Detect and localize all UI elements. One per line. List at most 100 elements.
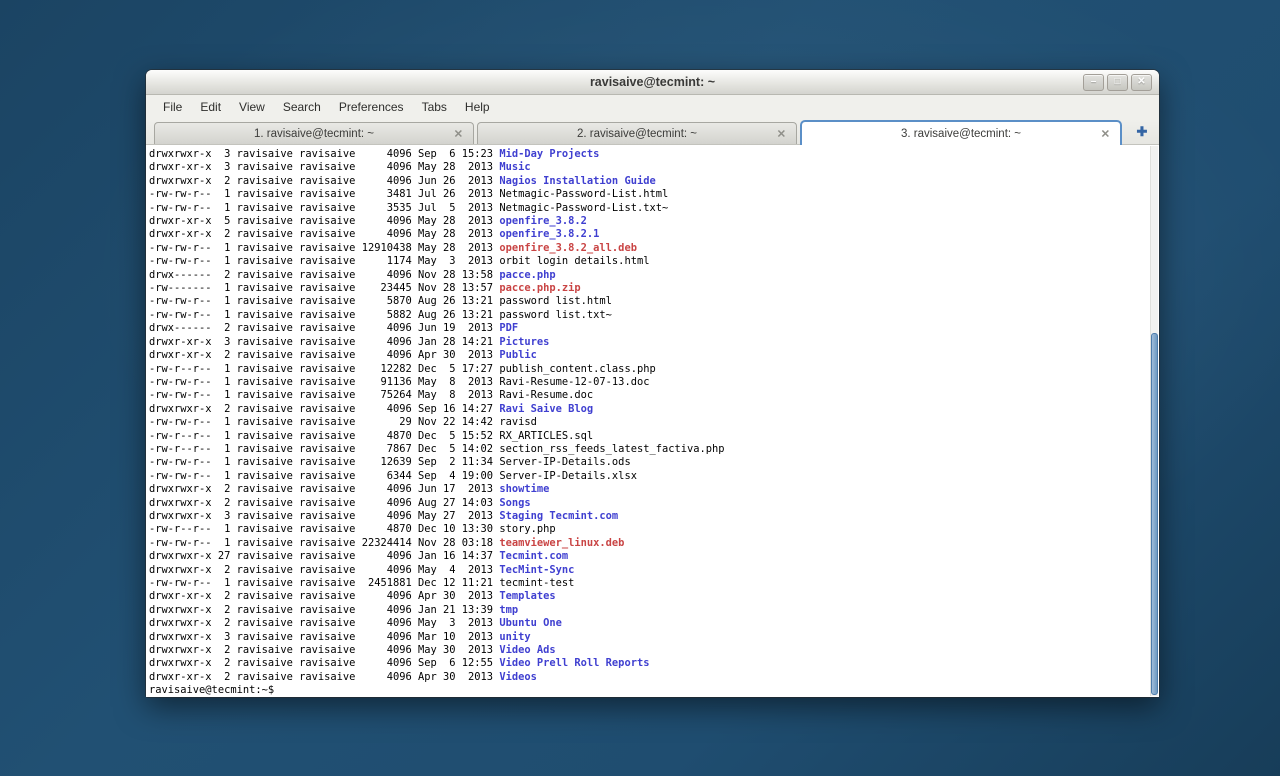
file-attributes: drwxr-xr-x 2 ravisaive ravisaive 4096 Ma… — [149, 228, 499, 240]
tab-2[interactable]: 2. ravisaive@tecmint: ~ ✕ — [477, 122, 797, 144]
file-name: teamviewer_linux.deb — [499, 537, 624, 549]
file-name: Server-IP-Details.ods — [499, 456, 630, 468]
close-icon[interactable]: ✕ — [1131, 74, 1152, 91]
shell-prompt: ravisaive@tecmint:~$ — [149, 684, 1159, 697]
file-name: Templates — [499, 590, 555, 602]
file-name: password list.html — [499, 295, 612, 307]
file-name: showtime — [499, 483, 549, 495]
file-name: PDF — [499, 322, 518, 334]
file-name: RX_ARTICLES.sql — [499, 430, 593, 442]
file-attributes: -rw-r--r-- 1 ravisaive ravisaive 7867 De… — [149, 443, 499, 455]
file-row: -rw-rw-r-- 1 ravisaive ravisaive 1291043… — [149, 242, 1159, 255]
menu-item-preferences[interactable]: Preferences — [331, 97, 412, 117]
terminal-output: drwxrwxr-x 3 ravisaive ravisaive 4096 Se… — [149, 148, 1159, 684]
file-name: publish_content.class.php — [499, 363, 655, 375]
menu-item-help[interactable]: Help — [457, 97, 498, 117]
maximize-icon[interactable]: □ — [1107, 74, 1128, 91]
file-attributes: -rw-rw-r-- 1 ravisaive ravisaive 29 Nov … — [149, 416, 499, 428]
file-row: drwxrwxr-x 2 ravisaive ravisaive 4096 Ju… — [149, 483, 1159, 496]
file-row: drwxrwxr-x 2 ravisaive ravisaive 4096 Ma… — [149, 564, 1159, 577]
file-attributes: drwxr-xr-x 2 ravisaive ravisaive 4096 Ap… — [149, 590, 499, 602]
file-name: Ravi-Resume.doc — [499, 389, 593, 401]
file-attributes: -rw-rw-r-- 1 ravisaive ravisaive 3535 Ju… — [149, 202, 499, 214]
file-attributes: -rw-rw-r-- 1 ravisaive ravisaive 6344 Se… — [149, 470, 499, 482]
file-name: Staging Tecmint.com — [499, 510, 618, 522]
file-row: -rw------- 1 ravisaive ravisaive 23445 N… — [149, 282, 1159, 295]
file-name: Netmagic-Password-List.html — [499, 188, 668, 200]
file-attributes: drwxrwxr-x 27 ravisaive ravisaive 4096 J… — [149, 550, 499, 562]
file-row: drwx------ 2 ravisaive ravisaive 4096 No… — [149, 269, 1159, 282]
file-attributes: drwxrwxr-x 2 ravisaive ravisaive 4096 Ja… — [149, 604, 499, 616]
file-attributes: drwxrwxr-x 2 ravisaive ravisaive 4096 Se… — [149, 657, 499, 669]
file-attributes: -rw-rw-r-- 1 ravisaive ravisaive 91136 M… — [149, 376, 499, 388]
tab-label: 3. ravisaive@tecmint: ~ — [901, 128, 1021, 140]
file-row: drwxr-xr-x 2 ravisaive ravisaive 4096 Ap… — [149, 590, 1159, 603]
file-attributes: drwxr-xr-x 2 ravisaive ravisaive 4096 Ap… — [149, 671, 499, 683]
menu-item-tabs[interactable]: Tabs — [414, 97, 455, 117]
file-attributes: -rw-rw-r-- 1 ravisaive ravisaive 1291043… — [149, 242, 499, 254]
file-attributes: drwxrwxr-x 2 ravisaive ravisaive 4096 Se… — [149, 403, 499, 415]
file-name: Ubuntu One — [499, 617, 562, 629]
file-attributes: drwxr-xr-x 3 ravisaive ravisaive 4096 Ja… — [149, 336, 499, 348]
file-row: drwxrwxr-x 2 ravisaive ravisaive 4096 Ja… — [149, 604, 1159, 617]
file-name: Netmagic-Password-List.txt~ — [499, 202, 668, 214]
file-row: -rw-rw-r-- 1 ravisaive ravisaive 5882 Au… — [149, 309, 1159, 322]
tab-1[interactable]: 1. ravisaive@tecmint: ~✕ — [154, 122, 474, 144]
menu-bar: FileEditViewSearchPreferencesTabsHelp — [146, 95, 1159, 119]
file-attributes: drwxrwxr-x 3 ravisaive ravisaive 4096 Se… — [149, 148, 499, 160]
file-row: -rw-rw-r-- 1 ravisaive ravisaive 75264 M… — [149, 389, 1159, 402]
file-name: orbit login details.html — [499, 255, 649, 267]
tab-label: 2. ravisaive@tecmint: ~ — [577, 128, 697, 140]
file-attributes: drwxrwxr-x 2 ravisaive ravisaive 4096 Au… — [149, 497, 499, 509]
file-row: drwxr-xr-x 2 ravisaive ravisaive 4096 Ma… — [149, 228, 1159, 241]
file-name: section_rss_feeds_latest_factiva.php — [499, 443, 724, 455]
file-name: Video Prell Roll Reports — [499, 657, 649, 669]
file-row: drwxr-xr-x 2 ravisaive ravisaive 4096 Ap… — [149, 671, 1159, 684]
file-name: Songs — [499, 497, 530, 509]
file-row: drwxr-xr-x 5 ravisaive ravisaive 4096 Ma… — [149, 215, 1159, 228]
file-attributes: drwxr-xr-x 3 ravisaive ravisaive 4096 Ma… — [149, 161, 499, 173]
title-bar[interactable]: ravisaive@tecmint: ~ – □ ✕ — [146, 70, 1159, 95]
file-row: -rw-rw-r-- 1 ravisaive ravisaive 6344 Se… — [149, 470, 1159, 483]
file-row: -rw-r--r-- 1 ravisaive ravisaive 4870 De… — [149, 523, 1159, 536]
tab-3[interactable]: 3. ravisaive@tecmint: ~ ✕ — [800, 120, 1122, 145]
window-controls: – □ ✕ — [1083, 74, 1152, 91]
file-attributes: -rw-r--r-- 1 ravisaive ravisaive 4870 De… — [149, 523, 499, 535]
file-attributes: -rw-rw-r-- 1 ravisaive ravisaive 75264 M… — [149, 389, 499, 401]
file-row: drwx------ 2 ravisaive ravisaive 4096 Ju… — [149, 322, 1159, 335]
file-row: -rw-rw-r-- 1 ravisaive ravisaive 2232441… — [149, 537, 1159, 550]
file-attributes: -rw-rw-r-- 1 ravisaive ravisaive 12639 S… — [149, 456, 499, 468]
window-title: ravisaive@tecmint: ~ — [590, 75, 715, 89]
minimize-icon[interactable]: – — [1083, 74, 1104, 91]
file-name: Mid-Day Projects — [499, 148, 599, 160]
file-row: drwxrwxr-x 2 ravisaive ravisaive 4096 Se… — [149, 403, 1159, 416]
file-row: drwxrwxr-x 2 ravisaive ravisaive 4096 Ma… — [149, 617, 1159, 630]
file-name: pacce.php — [499, 269, 555, 281]
menu-item-file[interactable]: File — [155, 97, 190, 117]
file-name: TecMint-Sync — [499, 564, 574, 576]
file-name: ravisd — [499, 416, 537, 428]
menu-item-search[interactable]: Search — [275, 97, 329, 117]
menu-item-view[interactable]: View — [231, 97, 273, 117]
tab-close-icon[interactable]: ✕ — [454, 127, 463, 140]
file-row: drwxrwxr-x 2 ravisaive ravisaive 4096 Se… — [149, 657, 1159, 670]
file-attributes: -rw-r--r-- 1 ravisaive ravisaive 12282 D… — [149, 363, 499, 375]
new-tab-icon[interactable]: ✚ — [1125, 120, 1159, 144]
file-name: Tecmint.com — [499, 550, 568, 562]
scrollbar[interactable] — [1150, 146, 1158, 696]
scrollbar-thumb[interactable] — [1151, 333, 1158, 695]
file-attributes: drwxr-xr-x 2 ravisaive ravisaive 4096 Ap… — [149, 349, 499, 361]
tab-close-icon[interactable]: ✕ — [1101, 127, 1110, 140]
file-row: -rw-rw-r-- 1 ravisaive ravisaive 3535 Ju… — [149, 202, 1159, 215]
terminal-screen[interactable]: drwxrwxr-x 3 ravisaive ravisaive 4096 Se… — [146, 145, 1159, 697]
file-attributes: drwxrwxr-x 2 ravisaive ravisaive 4096 Ma… — [149, 564, 499, 576]
file-row: drwxrwxr-x 2 ravisaive ravisaive 4096 Ma… — [149, 644, 1159, 657]
file-attributes: -rw-rw-r-- 1 ravisaive ravisaive 1174 Ma… — [149, 255, 499, 267]
file-name: tecmint-test — [499, 577, 574, 589]
tab-close-icon[interactable]: ✕ — [777, 127, 786, 140]
file-row: -rw-rw-r-- 1 ravisaive ravisaive 12639 S… — [149, 456, 1159, 469]
menu-item-edit[interactable]: Edit — [192, 97, 229, 117]
file-name: pacce.php.zip — [499, 282, 580, 294]
file-attributes: -rw-rw-r-- 1 ravisaive ravisaive 5870 Au… — [149, 295, 499, 307]
file-name: openfire_3.8.2_all.deb — [499, 242, 637, 254]
